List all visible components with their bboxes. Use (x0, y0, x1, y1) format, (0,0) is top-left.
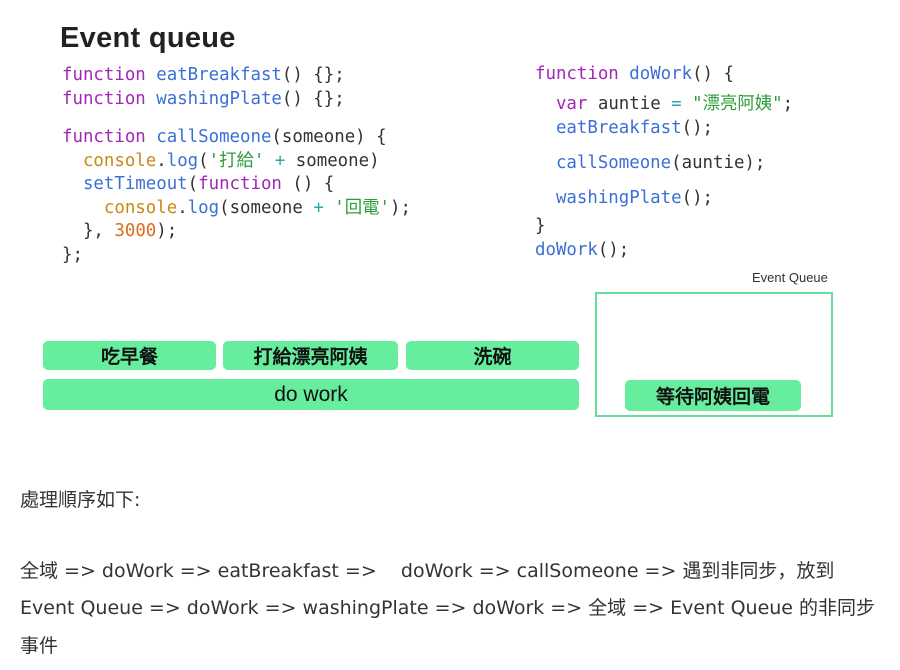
queue-block-waiting: 等待阿姨回電 (625, 380, 801, 411)
diagram-title: Event queue (60, 22, 236, 54)
code-line: console.log('打給' + someone) (82, 150, 380, 171)
code-line: washingPlate(); (555, 188, 714, 208)
stack-block-call: 打給漂亮阿姨 (223, 341, 398, 370)
note-heading: 處理順序如下: (20, 489, 141, 511)
event-queue-label: Event Queue (752, 270, 828, 285)
code-line: }, 3000); (82, 221, 178, 241)
stack-block-dowork: do work (43, 379, 579, 410)
code-line: }; (62, 244, 83, 265)
code-line: function washingPlate() {}; (62, 88, 345, 109)
note-line-3: 事件 (20, 635, 59, 657)
code-block-dowork: function doWork() { var auntie = "漂亮阿姨";… (535, 64, 875, 274)
code-line: doWork(); (535, 240, 630, 260)
code-line: eatBreakfast(); (555, 118, 714, 138)
code-line: function doWork() { (535, 64, 734, 84)
stack-block-breakfast: 吃早餐 (43, 341, 216, 370)
code-line: callSomeone(auntie); (555, 153, 766, 173)
code-line: function callSomeone(someone) { (62, 127, 387, 147)
code-line: } (535, 216, 546, 236)
code-line: setTimeout(function () { (82, 174, 335, 194)
stack-block-wash: 洗碗 (406, 341, 579, 370)
code-block-callsomeone: function eatBreakfast() {}; function was… (62, 64, 411, 267)
code-line: function eatBreakfast() {}; (62, 65, 345, 85)
code-line: console.log(someone + '回電'); (103, 197, 411, 218)
note-line-1: 全域 => doWork => eatBreakfast => doWork =… (20, 560, 835, 582)
note-line-2: Event Queue => doWork => washingPlate =>… (20, 597, 876, 619)
code-line: var auntie = "漂亮阿姨"; (555, 94, 794, 114)
